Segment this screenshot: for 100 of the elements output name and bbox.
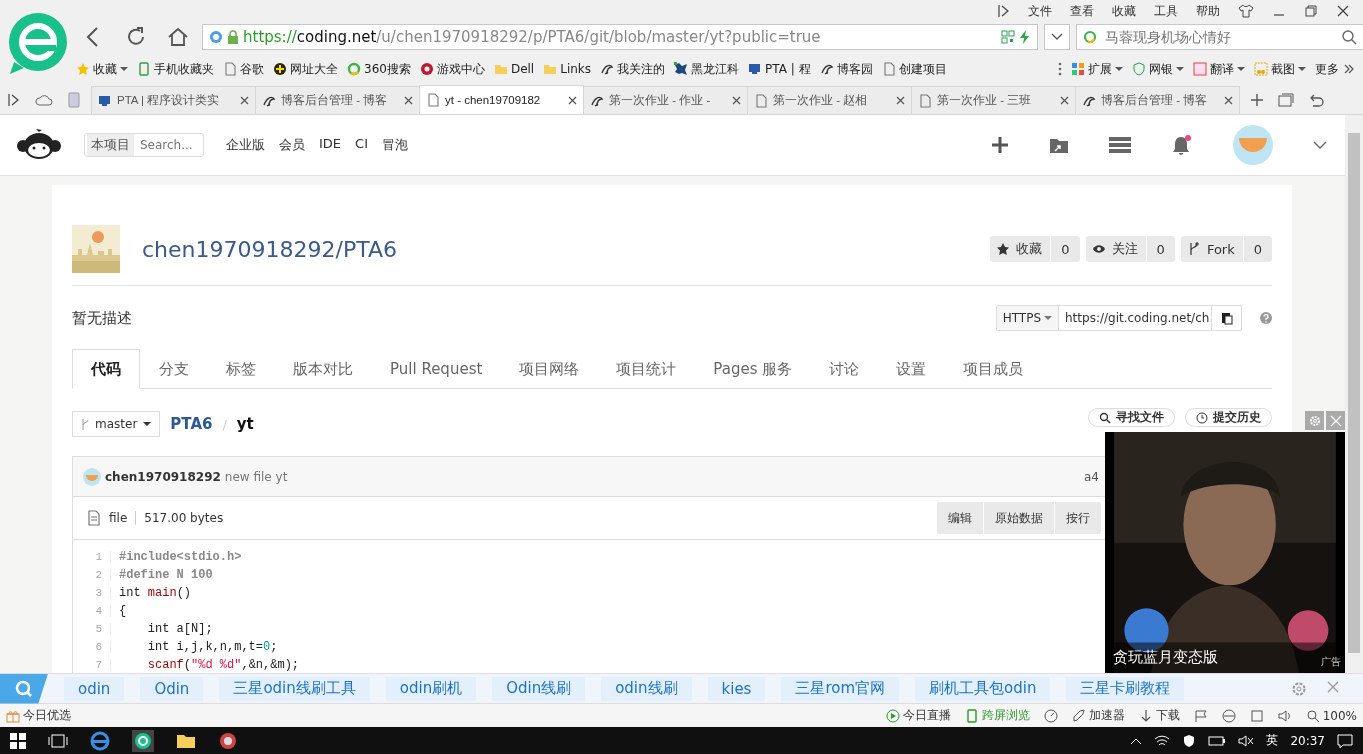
commit-author[interactable]: chen1970918292	[105, 469, 221, 484]
new-tab-icon[interactable]	[1250, 93, 1264, 107]
cloud-icon[interactable]	[34, 93, 54, 107]
repo-tab[interactable]: 讨论	[811, 350, 878, 388]
home-icon[interactable]	[166, 25, 190, 49]
file-button[interactable]: 原始数据	[983, 502, 1054, 534]
suggestion-chip[interactable]: kies	[707, 676, 766, 701]
close-icon[interactable]	[732, 96, 741, 105]
status-item[interactable]	[1221, 708, 1236, 723]
nav-link[interactable]: 会员	[279, 136, 305, 154]
menu-item[interactable]: 收藏	[1112, 2, 1136, 20]
sidebar-toggle-icon[interactable]	[8, 93, 20, 107]
toolbar-item[interactable]: 网银	[1132, 60, 1184, 78]
status-item[interactable]	[1193, 708, 1208, 723]
lightning-icon[interactable]	[1019, 30, 1031, 44]
browser-tab[interactable]: 第一次作业 - 作业 -	[583, 86, 748, 114]
plus-icon[interactable]	[991, 136, 1009, 154]
search-logo[interactable]	[0, 673, 48, 704]
status-item[interactable]: 今日优选	[6, 707, 71, 724]
nav-link[interactable]: IDE	[319, 136, 342, 154]
action-button[interactable]: 收藏 0	[990, 236, 1080, 262]
search-field[interactable]: 马蓉现身机场心情好	[1076, 24, 1363, 50]
app-icon[interactable]	[218, 730, 238, 751]
browser-tab[interactable]: 第一次作业 - 三班	[911, 86, 1076, 114]
status-item[interactable]	[1043, 708, 1058, 723]
nav-link[interactable]: CI	[355, 136, 368, 154]
suggestion-chip[interactable]: odin刷机	[385, 676, 477, 701]
bookmark[interactable]: 谷歌	[223, 60, 264, 78]
edge-icon[interactable]	[90, 730, 110, 751]
list-icon[interactable]	[1109, 137, 1131, 153]
repo-tab[interactable]: 项目统计	[598, 350, 695, 388]
suggestion-chip[interactable]: Odin线刷	[492, 676, 586, 701]
close-icon[interactable]	[896, 96, 905, 105]
status-item[interactable]: 加速器	[1071, 707, 1125, 724]
address-field[interactable]: https://coding.net/u/chen1970918292/p/PTA6/git/blob/master/yt?public=true	[202, 24, 1038, 50]
wifi-icon[interactable]	[1154, 733, 1171, 748]
repo-tab[interactable]: 项目网络	[501, 350, 598, 388]
repo-tab[interactable]: 版本对比	[275, 350, 371, 388]
more-vertical-icon[interactable]	[1058, 62, 1062, 76]
monkey-logo-icon[interactable]	[16, 129, 62, 161]
bookmark[interactable]: 收藏	[76, 60, 128, 78]
chevron-up-icon[interactable]	[1130, 736, 1143, 745]
bookmark[interactable]: 我关注的	[600, 60, 666, 78]
toolbar-item[interactable]: 更多	[1315, 60, 1356, 78]
action-button[interactable]: 关注 0	[1085, 236, 1175, 262]
bookmark[interactable]: 博客园	[819, 60, 873, 78]
bookmark[interactable]: 手机收藏夹	[137, 60, 214, 78]
bookmark[interactable]: 创建项目	[881, 60, 947, 78]
browser-tab[interactable]: 博客后台管理 - 博客	[255, 86, 420, 114]
repository-name[interactable]: chen1970918292/PTA6	[142, 236, 969, 262]
branch-selector[interactable]: master	[72, 411, 161, 437]
file-button[interactable]: 按行	[1054, 502, 1101, 534]
browser-icon[interactable]	[132, 729, 154, 752]
scrollbar-thumb[interactable]	[1348, 133, 1360, 653]
settings-icon[interactable]	[1291, 680, 1307, 697]
commit-hash[interactable]: a4	[1084, 469, 1103, 484]
search-icon[interactable]	[1341, 29, 1357, 45]
repo-tab[interactable]: 项目成员	[945, 350, 1042, 388]
repo-tab[interactable]: Pages 服务	[695, 350, 811, 388]
suggestion-chip[interactable]: 三星odin线刷工具	[219, 676, 370, 701]
tab-list-icon[interactable]	[1278, 93, 1294, 107]
speaker-muted-icon[interactable]	[1238, 733, 1255, 748]
bookmark[interactable]: 黑龙江科	[674, 60, 740, 78]
undo-icon[interactable]	[1308, 93, 1324, 107]
menu-item[interactable]: 帮助	[1196, 2, 1220, 20]
search-scope[interactable]: 本项目	[87, 134, 134, 156]
repo-tab[interactable]: 分支	[141, 350, 207, 388]
suggestion-chip[interactable]: odin线刷	[601, 676, 692, 701]
bookmark[interactable]: Dell	[493, 62, 535, 76]
browser-tab[interactable]: PTA | 程序设计类实	[91, 86, 256, 114]
browser-tab[interactable]: 博客后台管理 - 博客	[1075, 86, 1240, 114]
browser-tab[interactable]: yt - chen19709182	[419, 85, 584, 114]
suggestion-chip[interactable]: odin	[64, 676, 125, 701]
bookmark[interactable]: Links	[543, 62, 592, 76]
status-item[interactable]: 100%	[1305, 708, 1357, 723]
file-action-button[interactable]: 寻找文件	[1088, 408, 1175, 427]
sidebar-toggle-icon[interactable]	[998, 4, 1010, 18]
file-action-button[interactable]: 提交历史	[1185, 408, 1272, 427]
skin-icon[interactable]	[1238, 4, 1254, 18]
menu-item[interactable]: 查看	[1070, 2, 1094, 20]
battery-icon[interactable]	[1208, 735, 1227, 746]
search-field[interactable]: 本项目 Search...	[84, 133, 204, 157]
menu-item[interactable]: 工具	[1154, 2, 1178, 20]
repo-tab[interactable]: 代码	[72, 349, 140, 389]
close-icon[interactable]	[1336, 4, 1350, 18]
nav-link[interactable]: 冒泡	[382, 136, 408, 154]
folder-icon[interactable]	[1049, 136, 1069, 154]
repo-tab[interactable]: Pull Request	[372, 350, 501, 388]
close-icon[interactable]	[404, 96, 413, 105]
input-method[interactable]: 英	[1266, 732, 1279, 749]
status-item[interactable]: 下载	[1138, 707, 1180, 724]
chevron-down-icon[interactable]	[1313, 141, 1327, 149]
repo-tab[interactable]: 设置	[878, 350, 945, 388]
windows-icon[interactable]	[10, 732, 26, 749]
search-engine-icon[interactable]	[1083, 30, 1099, 44]
toolbar-item[interactable]: 截图	[1254, 60, 1306, 78]
close-icon[interactable]	[568, 95, 577, 105]
qr-code-icon[interactable]	[1001, 30, 1015, 44]
repo-tab[interactable]: 标签	[208, 350, 274, 388]
suggestion-chip[interactable]: 三星rom官网	[781, 676, 900, 701]
